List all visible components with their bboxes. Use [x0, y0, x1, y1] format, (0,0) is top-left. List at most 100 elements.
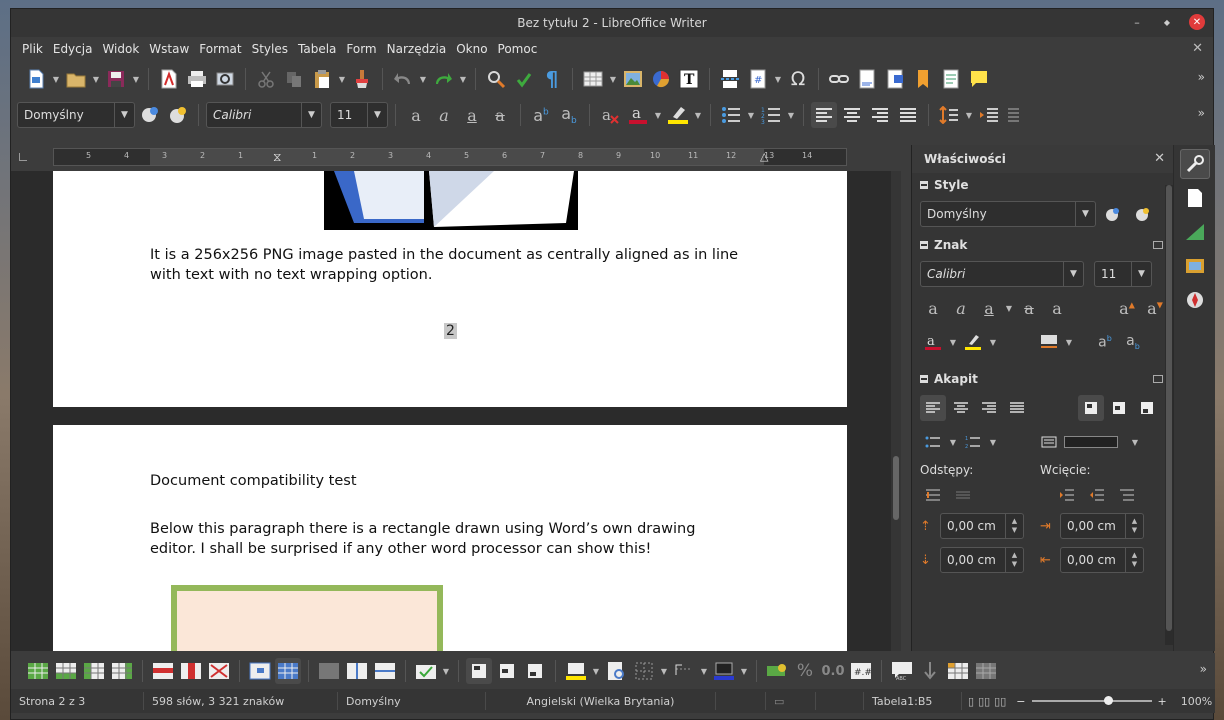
body-paragraph[interactable]: It is a 256x256 PNG image pasted in the … — [150, 245, 770, 285]
align-center-cell-button[interactable] — [494, 658, 520, 684]
decrease-spacing-button[interactable] — [950, 482, 976, 508]
page-number-field[interactable]: 2 — [444, 323, 457, 339]
close-icon[interactable]: ✕ — [1154, 151, 1165, 166]
paragraph-section-header[interactable]: Akapit — [912, 367, 1173, 391]
menu-plik[interactable]: Plik — [17, 42, 48, 56]
select-table-button[interactable] — [275, 658, 301, 684]
insert-chart-button[interactable] — [648, 66, 674, 92]
underline-button[interactable]: a — [459, 102, 485, 128]
cross-reference-button[interactable] — [938, 66, 964, 92]
insert-column-before-button[interactable] — [81, 658, 107, 684]
save-dropdown-icon[interactable]: ▼ — [131, 66, 141, 92]
increase-indent-button[interactable] — [976, 102, 1002, 128]
more-options-icon[interactable] — [1153, 241, 1163, 249]
italic-button[interactable]: a — [431, 102, 457, 128]
sidebar-align-center-button[interactable] — [948, 395, 974, 421]
page-2[interactable]: It is a 256x256 PNG image pasted in the … — [53, 171, 847, 407]
comment-button[interactable] — [966, 66, 992, 92]
menu-narzedzia[interactable]: Narzędzia — [382, 42, 452, 56]
sidebar-italic-button[interactable]: a — [948, 295, 974, 321]
font-name-combo[interactable]: Calibri ▼ — [206, 102, 322, 128]
sidebar-font-color-button[interactable]: a — [920, 329, 946, 355]
find-replace-button[interactable] — [483, 66, 509, 92]
numbered-list-button[interactable]: 123 — [758, 102, 784, 128]
character-spacing-button[interactable] — [1036, 329, 1062, 355]
heading-paragraph[interactable]: Document compatibility test — [150, 471, 770, 491]
underline-dropdown-icon[interactable]: ▼ — [1004, 295, 1014, 321]
insert-mode-status[interactable] — [716, 692, 766, 710]
sidebar-align-right-button[interactable] — [976, 395, 1002, 421]
insert-table-button[interactable] — [580, 66, 606, 92]
hanging-indent-button[interactable] — [1114, 482, 1140, 508]
new-dropdown-icon[interactable]: ▼ — [51, 66, 61, 92]
modified-status[interactable] — [816, 692, 864, 710]
number-format-decimal-button[interactable]: 0.0 — [820, 658, 846, 684]
autofit-dropdown-icon[interactable]: ▼ — [441, 658, 451, 684]
bookmark-button[interactable] — [910, 66, 936, 92]
font-color-button[interactable]: a — [625, 102, 651, 128]
more-options-icon[interactable]: » — [1198, 70, 1205, 84]
open-dropdown-icon[interactable]: ▼ — [91, 66, 101, 92]
table-background-button[interactable] — [563, 658, 589, 684]
table-cell-status[interactable]: Tabela1:B5 — [864, 692, 962, 710]
horizontal-ruler[interactable]: 5 4 3 2 1 ⧖ 1 2 3 4 5 6 7 8 9 10 11 12 △… — [53, 148, 847, 166]
align-bottom-cell-button[interactable] — [522, 658, 548, 684]
clone-formatting-button[interactable] — [349, 66, 375, 92]
more-options-icon[interactable] — [1153, 375, 1163, 383]
copy-button[interactable] — [281, 66, 307, 92]
spin-arrows-icon[interactable]: ▲ ▼ — [1005, 548, 1023, 572]
zoom-level[interactable]: 100% — [1181, 695, 1212, 708]
font-color-dropdown-icon[interactable]: ▼ — [948, 329, 958, 355]
gallery-tab[interactable] — [1180, 251, 1210, 281]
merge-cells-button[interactable] — [316, 658, 342, 684]
more-options-icon[interactable]: » — [1200, 662, 1207, 676]
superscript-button[interactable]: ab — [528, 102, 554, 128]
align-right-button[interactable] — [867, 102, 893, 128]
sidebar-superscript-button[interactable]: ab — [1092, 329, 1118, 355]
delete-rows-button[interactable] — [150, 658, 176, 684]
bullets-dropdown-icon[interactable]: ▼ — [948, 429, 958, 455]
increase-indent-button[interactable] — [1054, 482, 1080, 508]
close-button[interactable]: ✕ — [1189, 14, 1205, 30]
number-format-percent-button[interactable]: % — [792, 658, 818, 684]
selection-mode-status[interactable]: ▭ — [766, 692, 816, 710]
book-view-icon[interactable]: ▯▯ — [994, 695, 1006, 708]
zoom-out-icon[interactable]: − — [1016, 695, 1025, 708]
above-spacing-field[interactable]: 0,00 cm ▲ ▼ — [940, 513, 1024, 539]
table-properties-button[interactable] — [603, 658, 629, 684]
strikethrough-button[interactable]: a — [487, 102, 513, 128]
font-color-dropdown-icon[interactable]: ▼ — [653, 102, 663, 128]
drawn-rectangle[interactable] — [171, 585, 443, 651]
table-autofit-button[interactable] — [413, 658, 439, 684]
sidebar-scrollbar-thumb[interactable] — [1166, 185, 1172, 631]
borders-dropdown-icon[interactable]: ▼ — [659, 658, 669, 684]
hyperlink-button[interactable] — [826, 66, 852, 92]
borders-button[interactable] — [631, 658, 657, 684]
below-spacing-field[interactable]: 0,00 cm ▲ ▼ — [940, 547, 1024, 573]
single-page-view-icon[interactable]: ▯ — [968, 695, 974, 708]
menu-tabela[interactable]: Tabela — [293, 42, 341, 56]
border-style-dropdown-icon[interactable]: ▼ — [699, 658, 709, 684]
subscript-button[interactable]: ab — [556, 102, 582, 128]
border-color-button[interactable] — [711, 658, 737, 684]
menu-form[interactable]: Form — [341, 42, 381, 56]
align-top-button[interactable] — [1078, 395, 1104, 421]
body-paragraph[interactable]: Below this paragraph there is a rectangl… — [150, 519, 730, 559]
export-pdf-button[interactable] — [156, 66, 182, 92]
scrollbar-thumb[interactable] — [893, 456, 899, 520]
select-cell-button[interactable] — [247, 658, 273, 684]
header-footer-button[interactable] — [882, 66, 908, 92]
align-top-cell-button[interactable] — [466, 658, 492, 684]
menu-okno[interactable]: Okno — [451, 42, 492, 56]
border-color-dropdown-icon[interactable]: ▼ — [739, 658, 749, 684]
close-document-icon[interactable]: ✕ — [1192, 41, 1203, 56]
sidebar-bullets-button[interactable] — [920, 429, 946, 455]
update-style-button[interactable] — [137, 102, 163, 128]
line-spacing-button[interactable] — [936, 102, 962, 128]
properties-tab[interactable] — [1179, 149, 1210, 179]
sidebar-numbering-button[interactable]: 12 — [960, 429, 986, 455]
background-dropdown-icon[interactable]: ▼ — [1130, 429, 1140, 455]
insert-field-button[interactable]: # — [745, 66, 771, 92]
sidebar-strike-button[interactable]: a — [1016, 295, 1042, 321]
zoom-slider[interactable] — [1031, 696, 1152, 705]
